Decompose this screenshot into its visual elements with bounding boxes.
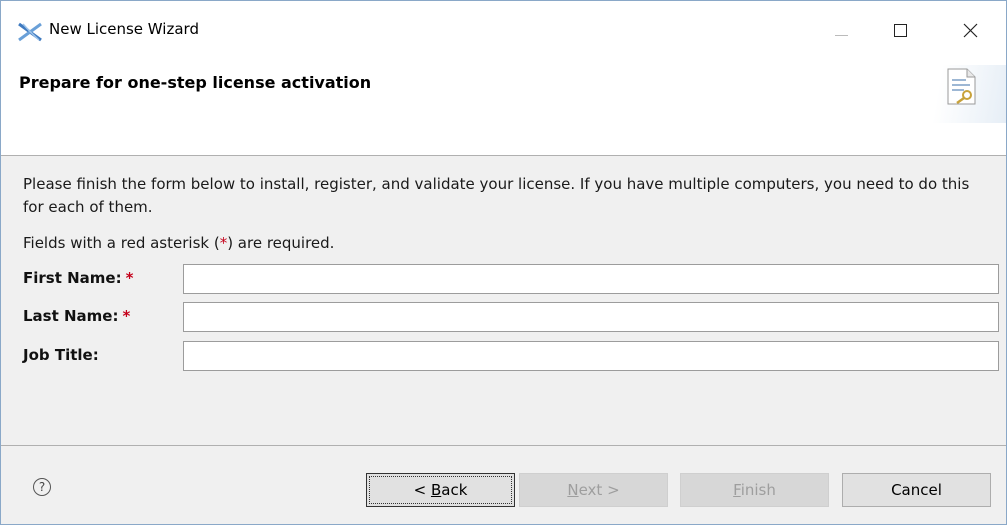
cancel-button[interactable]: Cancel [842, 473, 991, 507]
page-title: Prepare for one-step license activation [19, 73, 372, 92]
intro-text: Please finish the form below to install,… [23, 175, 970, 216]
first-name-field[interactable] [183, 264, 999, 294]
finish-button[interactable]: Finish [680, 473, 829, 507]
last-name-field[interactable] [183, 302, 999, 332]
license-document-key-icon [947, 68, 976, 105]
wizard-window: New License Wizard Prepare for one-step … [0, 0, 1007, 525]
last-name-row: Last Name: * [23, 302, 999, 332]
first-name-row: First Name: * [23, 264, 999, 294]
x-cross-icon [18, 22, 42, 42]
footer-divider [1, 445, 1006, 446]
title-bar[interactable]: New License Wizard [1, 1, 1006, 65]
maximize-button[interactable] [878, 15, 924, 49]
next-button[interactable]: Next > [519, 473, 668, 507]
job-title-field[interactable] [183, 341, 999, 371]
minimize-button[interactable] [818, 15, 864, 49]
header-image [911, 65, 1006, 123]
required-note-prefix: Fields with a red asterisk ( [23, 234, 220, 252]
close-icon [963, 23, 978, 38]
window-title: New License Wizard [49, 20, 199, 38]
first-name-label: First Name: * [23, 269, 134, 287]
close-button[interactable] [947, 15, 993, 49]
required-note-suffix: ) are required. [227, 234, 335, 252]
last-name-label: Last Name: * [23, 307, 131, 325]
job-title-row: Job Title: [23, 341, 999, 371]
required-note: Fields with a red asterisk (*) are requi… [23, 234, 334, 252]
job-title-label: Job Title: [23, 346, 99, 364]
help-icon[interactable]: ? [33, 478, 51, 496]
back-button[interactable]: < Back [366, 473, 515, 507]
wizard-header: Prepare for one-step license activation [1, 65, 1006, 156]
